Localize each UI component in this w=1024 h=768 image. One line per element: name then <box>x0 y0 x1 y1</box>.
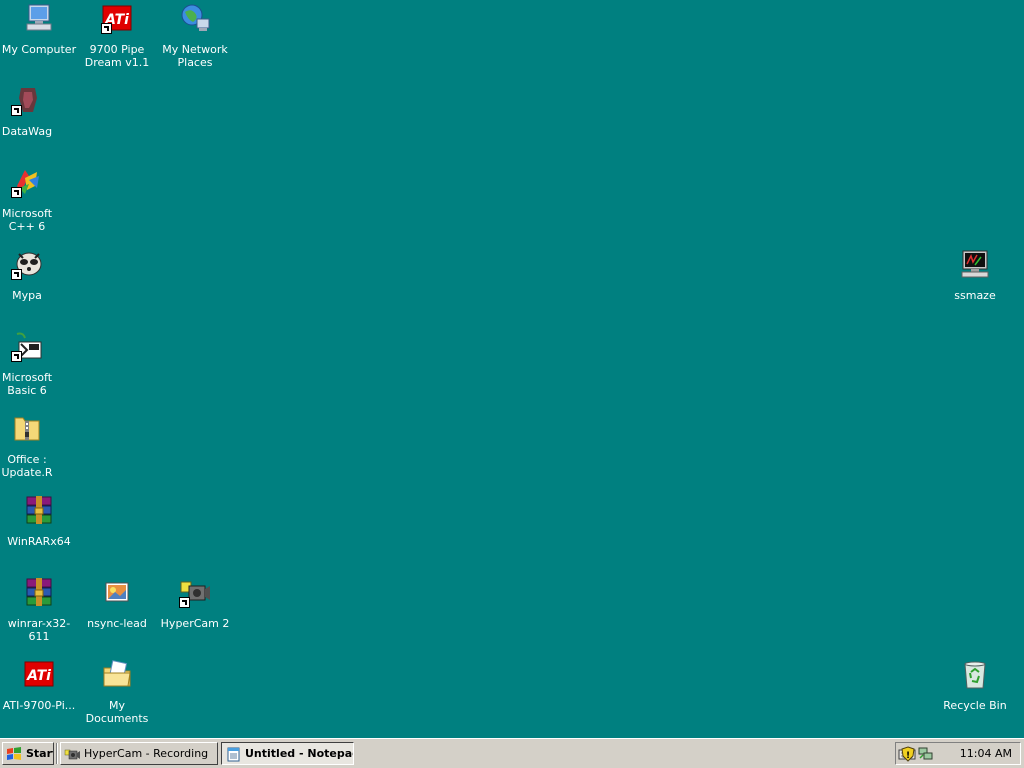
desktop-icon-label: My Documents <box>85 699 149 725</box>
image-file-icon <box>105 582 129 602</box>
desktop-icon-label: nsync-lead <box>87 617 147 630</box>
shortcut-arrow-icon <box>101 23 112 34</box>
taskbar-task-hypercam[interactable]: HyperCam - Recording <box>60 742 218 765</box>
start-button[interactable]: Start <box>2 742 54 765</box>
documents-folder-icon <box>103 660 131 687</box>
task-label: Untitled - Notepad <box>245 747 354 760</box>
shortcut-arrow-icon <box>11 105 22 116</box>
clock[interactable]: 11:04 AM <box>960 747 1012 760</box>
desktop-icon-my-network-places[interactable]: My Network Places <box>156 0 234 69</box>
shortcut-arrow-icon <box>11 269 22 280</box>
desktop-icon-mypa[interactable]: Mypa <box>0 246 54 308</box>
computer-icon <box>26 4 52 31</box>
desktop-icon-winrarx64[interactable]: WinRARx64 <box>0 492 78 554</box>
shield-icon[interactable]: ! <box>900 746 916 762</box>
desktop-icon-label: Recycle Bin <box>943 699 1007 712</box>
network-icon[interactable] <box>918 746 934 762</box>
svg-text:ATi: ATi <box>26 668 51 684</box>
desktop-icon-label: My Network Places <box>162 43 228 69</box>
ati-logo-icon: ATi <box>24 661 54 687</box>
desktop-icon-label: Office : Update.R <box>1 453 53 479</box>
desktop-icon-microsoft-visual-cpp[interactable]: Microsoft C++ 6 <box>0 164 54 233</box>
desktop-icon-9700-pipe-dream[interactable]: ATi 9700 Pipe Dream v1.1 <box>78 0 156 69</box>
desktop-icon-winrar-x32[interactable]: winrar-x32-611 <box>0 574 78 643</box>
zip-folder-icon <box>14 417 40 441</box>
desktop-icon-ssmaze[interactable]: ssmaze <box>936 246 1014 308</box>
network-globe-icon <box>181 4 210 31</box>
system-tray: ! 11:04 AM <box>895 742 1021 765</box>
notepad-icon <box>227 747 240 761</box>
camera-icon <box>64 749 80 759</box>
winrar-icon <box>26 496 52 524</box>
desktop-icon-label: WinRARx64 <box>7 535 71 548</box>
desktop-icon-nsync-lead[interactable]: nsync-lead <box>78 574 156 636</box>
shortcut-arrow-icon <box>11 187 22 198</box>
desktop-icon-hypercam-2[interactable]: HyperCam 2 <box>156 574 234 636</box>
desktop-icon-label: My Computer <box>1 43 77 56</box>
desktop-icon-label: Microsoft Basic 6 <box>1 371 53 397</box>
recycle-bin-icon <box>964 661 986 689</box>
svg-text:!: ! <box>906 751 910 761</box>
windows-logo-icon <box>7 746 21 760</box>
taskbar-task-notepad[interactable]: Untitled - Notepad <box>221 742 354 765</box>
shortcut-arrow-icon <box>11 351 22 362</box>
start-label: Start <box>26 747 53 760</box>
desktop-icon-office-update[interactable]: Office : Update.R <box>0 410 54 479</box>
desktop-icon-ati-9700[interactable]: ATi ATI-9700-Pi... <box>0 656 78 718</box>
task-label: HyperCam - Recording <box>84 747 209 760</box>
desktop-icon-label: Mypa <box>12 289 42 302</box>
desktop-icon-datawag[interactable]: DataWag <box>0 82 54 144</box>
desktop[interactable]: My Computer ATi 9700 Pipe Dream v1.1 My … <box>0 0 1024 738</box>
taskbar: Start HyperCam - Recording Untitled - No… <box>0 738 1024 768</box>
desktop-icon-label: ATI-9700-Pi... <box>2 699 76 712</box>
desktop-icon-label: winrar-x32-611 <box>7 617 71 643</box>
desktop-icon-recycle-bin[interactable]: Recycle Bin <box>936 656 1014 718</box>
desktop-icon-my-computer[interactable]: My Computer <box>0 0 78 62</box>
desktop-icon-label: HyperCam 2 <box>160 617 230 630</box>
taskbar-separator <box>56 743 58 764</box>
desktop-icon-label: DataWag <box>1 125 53 138</box>
screensaver-icon <box>961 250 989 278</box>
desktop-icon-label: ssmaze <box>954 289 996 302</box>
desktop-icon-label: Microsoft C++ 6 <box>1 207 53 233</box>
desktop-icon-my-documents[interactable]: My Documents <box>78 656 156 725</box>
desktop-icon-microsoft-visual-basic[interactable]: Microsoft Basic 6 <box>0 328 54 397</box>
shortcut-arrow-icon <box>179 597 190 608</box>
desktop-icon-label: 9700 Pipe Dream v1.1 <box>84 43 150 69</box>
winrar-icon <box>26 578 52 606</box>
